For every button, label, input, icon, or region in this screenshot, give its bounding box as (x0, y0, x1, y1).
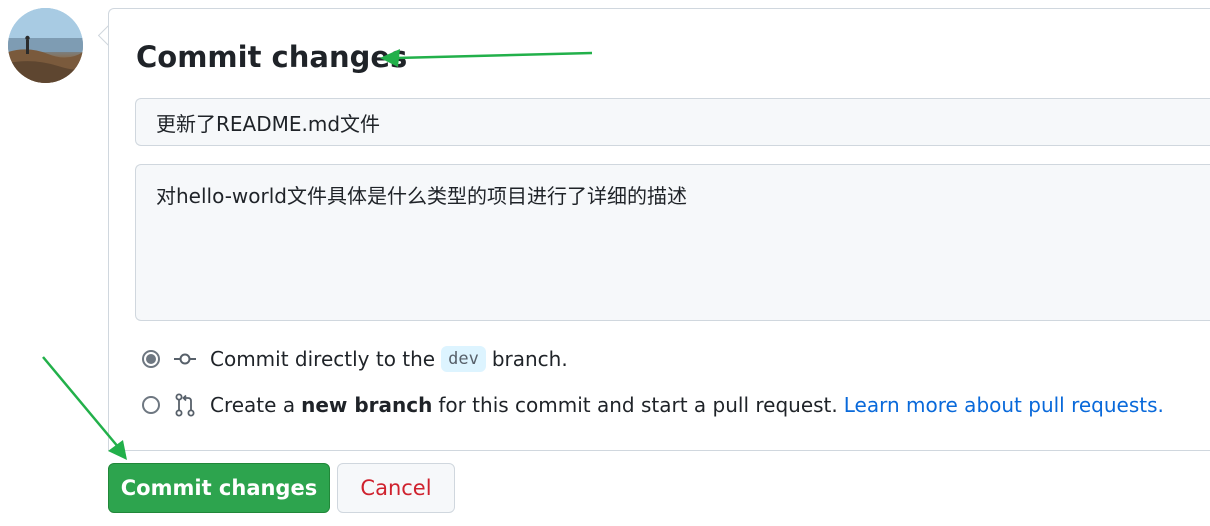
option-direct-suffix: branch. (491, 347, 568, 371)
git-pull-request-icon (172, 392, 198, 418)
radio-new-branch[interactable] (142, 396, 160, 414)
branch-name-badge: dev (441, 346, 486, 372)
option-new-branch[interactable]: Create a new branch for this commit and … (141, 392, 1164, 418)
avatar (8, 8, 83, 83)
option-commit-directly[interactable]: Commit directly to the dev branch. (141, 346, 568, 372)
option-new-branch-suffix: for this commit and start a pull request… (438, 393, 838, 417)
option-new-branch-bold: new branch (301, 393, 433, 417)
option-new-branch-prefix: Create a (210, 393, 296, 417)
form-divider (108, 450, 1210, 451)
git-commit-icon (172, 346, 198, 372)
radio-commit-directly[interactable] (142, 350, 160, 368)
page-title: Commit changes (136, 40, 408, 74)
option-direct-prefix: Commit directly to the (210, 347, 436, 371)
commit-summary-input[interactable] (135, 98, 1210, 146)
commit-changes-button[interactable]: Commit changes (108, 463, 330, 513)
cancel-button[interactable]: Cancel (337, 463, 455, 513)
learn-more-link[interactable]: Learn more about pull requests. (844, 393, 1164, 417)
avatar-photo (8, 8, 83, 83)
commit-description-input[interactable]: 对hello-world文件具体是什么类型的项目进行了详细的描述 (135, 164, 1210, 321)
